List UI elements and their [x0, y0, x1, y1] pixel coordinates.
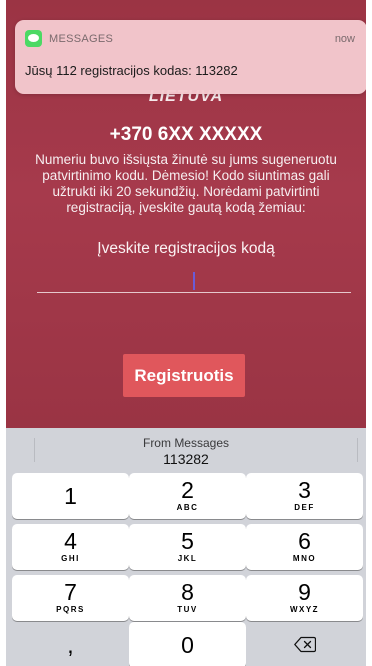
- notification-app-name: MESSAGES: [49, 33, 114, 45]
- key-digit: 4: [64, 528, 77, 554]
- key-5[interactable]: 5 JKL: [129, 524, 246, 570]
- key-letters: TUV: [177, 605, 198, 614]
- messages-icon: [25, 30, 42, 47]
- key-4[interactable]: 4 GHI: [12, 524, 129, 570]
- key-9[interactable]: 9 WXYZ: [246, 575, 363, 621]
- key-digit: 5: [181, 528, 194, 554]
- text-caret: [193, 272, 195, 290]
- autofill-code-suggestion[interactable]: From Messages 113282: [6, 428, 366, 471]
- key-digit: ,: [67, 632, 74, 658]
- key-letters: ABC: [176, 503, 199, 512]
- message-notification-banner[interactable]: MESSAGES now Jūsų 112 registracijos koda…: [15, 20, 366, 94]
- key-6[interactable]: 6 MNO: [246, 524, 363, 570]
- suggestion-divider: [357, 438, 358, 462]
- backspace-icon: [294, 636, 316, 653]
- key-digit: 7: [64, 579, 77, 605]
- key-digit: 3: [298, 477, 311, 503]
- key-letters: GHI: [61, 554, 80, 563]
- key-7[interactable]: 7 PQRS: [12, 575, 129, 621]
- key-letters: MNO: [292, 554, 317, 563]
- key-comma[interactable]: ,: [12, 622, 129, 666]
- phone-number: +370 6XX XXXXX: [109, 124, 263, 145]
- key-digit: 6: [298, 528, 311, 554]
- notification-message: Jūsų 112 registracijos kodas: 113282: [25, 63, 238, 78]
- key-digit: 0: [181, 632, 194, 658]
- suggestion-code: 113282: [163, 451, 209, 467]
- notification-time: now: [334, 33, 355, 45]
- suggestion-source: From Messages: [142, 436, 230, 450]
- key-digit: 2: [181, 477, 194, 503]
- key-backspace[interactable]: [246, 622, 363, 666]
- key-letters: DEF: [294, 503, 315, 512]
- key-8[interactable]: 8 TUV: [129, 575, 246, 621]
- key-3[interactable]: 3 DEF: [246, 473, 363, 519]
- key-digit: 8: [181, 579, 194, 605]
- register-button[interactable]: Registruotis: [123, 354, 245, 397]
- key-2[interactable]: 2 ABC: [129, 473, 246, 519]
- instructions-text: Numeriu buvo išsiųsta žinutė su jums sug…: [35, 152, 337, 215]
- key-digit: 1: [64, 483, 77, 509]
- key-letters: PQRS: [56, 605, 85, 614]
- phone-screen: LIETUVA +370 6XX XXXXX Numeriu buvo išsi…: [6, 0, 366, 666]
- key-1[interactable]: 1: [12, 473, 129, 519]
- key-0[interactable]: 0: [129, 622, 246, 666]
- key-letters: JKL: [177, 554, 198, 563]
- key-letters: WXYZ: [289, 605, 320, 614]
- code-field-label: Įveskite registracijos kodą: [97, 240, 275, 257]
- key-digit: 9: [298, 579, 311, 605]
